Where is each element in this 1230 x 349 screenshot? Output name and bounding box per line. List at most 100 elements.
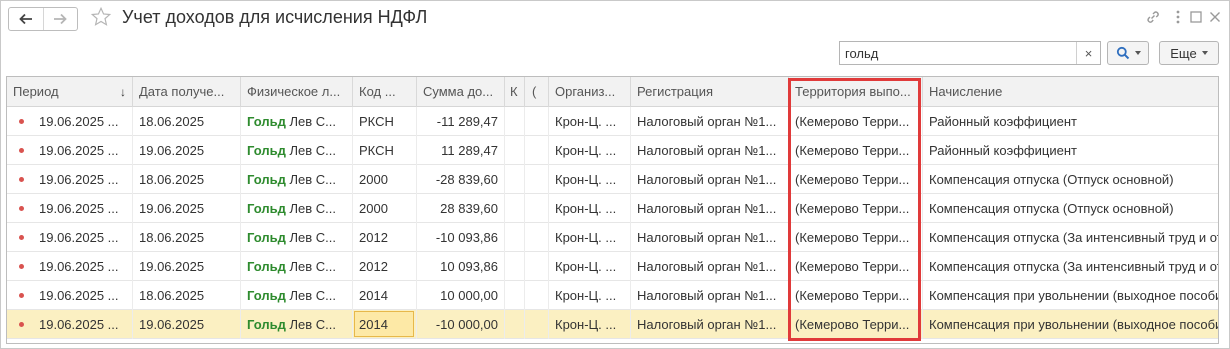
cell-period[interactable]: 19.06.2025 ... (7, 223, 133, 252)
cell-paren[interactable] (525, 310, 549, 339)
cell-amount[interactable]: 11 289,47 (417, 136, 505, 165)
cell-k[interactable] (505, 252, 525, 281)
cell-terr[interactable]: (Кемерово Терри... (789, 107, 923, 136)
column-header-paren[interactable]: ( (525, 77, 549, 107)
back-button[interactable] (9, 8, 43, 30)
cell-code[interactable]: 2014 (353, 310, 417, 339)
star-icon[interactable] (90, 6, 112, 28)
cell-date[interactable]: 19.06.2025 (133, 194, 241, 223)
cell-accrual[interactable]: Районный коэффициент (923, 136, 1218, 165)
cell-accrual[interactable]: Компенсация отпуска (Отпуск основной) (923, 194, 1218, 223)
cell-paren[interactable] (525, 223, 549, 252)
column-header-accrual[interactable]: Начисление (923, 77, 1218, 107)
more-button[interactable]: Еще (1159, 41, 1219, 65)
cell-code[interactable]: 2012 (353, 223, 417, 252)
cell-person[interactable]: Гольд Лев С... (241, 281, 353, 310)
cell-org[interactable]: Крон-Ц. ... (549, 310, 631, 339)
cell-date[interactable]: 18.06.2025 (133, 223, 241, 252)
cell-period[interactable]: 19.06.2025 ... (7, 136, 133, 165)
cell-org[interactable]: Крон-Ц. ... (549, 136, 631, 165)
more-vertical-icon[interactable] (1169, 8, 1187, 26)
cell-reg[interactable]: Налоговый орган №1... (631, 194, 789, 223)
column-header-code[interactable]: Код ... (353, 77, 417, 107)
cell-paren[interactable] (525, 165, 549, 194)
cell-period[interactable]: 19.06.2025 ... (7, 165, 133, 194)
column-header-territory[interactable]: Территория выпо... (789, 77, 923, 107)
cell-period[interactable]: 19.06.2025 ... (7, 252, 133, 281)
cell-reg[interactable]: Налоговый орган №1... (631, 136, 789, 165)
clear-icon[interactable]: × (1076, 42, 1100, 64)
cell-paren[interactable] (525, 107, 549, 136)
cell-k[interactable] (505, 136, 525, 165)
cell-person[interactable]: Гольд Лев С... (241, 252, 353, 281)
cell-terr[interactable]: (Кемерово Терри... (789, 281, 923, 310)
cell-accrual[interactable]: Компенсация отпуска (За интенсивный труд… (923, 252, 1218, 281)
cell-k[interactable] (505, 310, 525, 339)
column-header-person[interactable]: Физическое л... (241, 77, 353, 107)
cell-period[interactable]: 19.06.2025 ... (7, 107, 133, 136)
cell-person[interactable]: Гольд Лев С... (241, 107, 353, 136)
cell-code[interactable]: РКСН (353, 107, 417, 136)
column-header-amount[interactable]: Сумма до... (417, 77, 505, 107)
cell-reg[interactable]: Налоговый орган №1... (631, 223, 789, 252)
cell-amount[interactable]: 10 093,86 (417, 252, 505, 281)
column-header-registration[interactable]: Регистрация (631, 77, 789, 107)
cell-terr[interactable]: (Кемерово Терри... (789, 194, 923, 223)
cell-date[interactable]: 19.06.2025 (133, 252, 241, 281)
cell-accrual[interactable]: Компенсация отпуска (Отпуск основной) (923, 165, 1218, 194)
cell-code[interactable]: 2000 (353, 165, 417, 194)
cell-k[interactable] (505, 281, 525, 310)
cell-reg[interactable]: Налоговый орган №1... (631, 107, 789, 136)
cell-accrual[interactable]: Районный коэффициент (923, 107, 1218, 136)
cell-org[interactable]: Крон-Ц. ... (549, 281, 631, 310)
cell-paren[interactable] (525, 281, 549, 310)
cell-code[interactable]: 2000 (353, 194, 417, 223)
cell-amount[interactable]: -28 839,60 (417, 165, 505, 194)
cell-person[interactable]: Гольд Лев С... (241, 223, 353, 252)
cell-person[interactable]: Гольд Лев С... (241, 136, 353, 165)
cell-accrual[interactable]: Компенсация при увольнении (выходное пос… (923, 310, 1218, 339)
cell-terr[interactable]: (Кемерово Терри... (789, 310, 923, 339)
cell-code[interactable]: 2012 (353, 252, 417, 281)
table-row[interactable]: 19.06.2025 ... 19.06.2025 Гольд Лев С... РК… (7, 136, 1218, 165)
close-icon[interactable] (1206, 8, 1224, 26)
table-row[interactable]: 19.06.2025 ... 19.06.2025 Гольд Лев С... 20… (7, 252, 1218, 281)
table-row[interactable]: 19.06.2025 ... 19.06.2025 Гольд Лев С... 20… (7, 310, 1218, 339)
cell-org[interactable]: Крон-Ц. ... (549, 194, 631, 223)
cell-accrual[interactable]: Компенсация при увольнении (выходное пос… (923, 281, 1218, 310)
search-input[interactable] (840, 42, 1076, 64)
cell-date[interactable]: 18.06.2025 (133, 107, 241, 136)
cell-terr[interactable]: (Кемерово Терри... (789, 252, 923, 281)
cell-k[interactable] (505, 194, 525, 223)
cell-amount[interactable]: -11 289,47 (417, 107, 505, 136)
cell-person[interactable]: Гольд Лев С... (241, 194, 353, 223)
cell-amount[interactable]: 28 839,60 (417, 194, 505, 223)
cell-code[interactable]: РКСН (353, 136, 417, 165)
cell-org[interactable]: Крон-Ц. ... (549, 165, 631, 194)
cell-org[interactable]: Крон-Ц. ... (549, 252, 631, 281)
cell-paren[interactable] (525, 252, 549, 281)
table-row[interactable]: 19.06.2025 ... 18.06.2025 Гольд Лев С... 20… (7, 223, 1218, 252)
link-icon[interactable] (1144, 8, 1162, 26)
cell-reg[interactable]: Налоговый орган №1... (631, 310, 789, 339)
cell-amount[interactable]: -10 000,00 (417, 310, 505, 339)
cell-k[interactable] (505, 165, 525, 194)
cell-reg[interactable]: Налоговый орган №1... (631, 281, 789, 310)
cell-terr[interactable]: (Кемерово Терри... (789, 136, 923, 165)
cell-paren[interactable] (525, 136, 549, 165)
cell-date[interactable]: 18.06.2025 (133, 165, 241, 194)
table-row[interactable]: 19.06.2025 ... 18.06.2025 Гольд Лев С... 20… (7, 165, 1218, 194)
column-header-date[interactable]: Дата получе... (133, 77, 241, 107)
table-row[interactable]: 19.06.2025 ... 19.06.2025 Гольд Лев С... 20… (7, 194, 1218, 223)
cell-amount[interactable]: 10 000,00 (417, 281, 505, 310)
table-row[interactable]: 19.06.2025 ... 18.06.2025 Гольд Лев С... РК… (7, 107, 1218, 136)
cell-code[interactable]: 2014 (353, 281, 417, 310)
cell-person[interactable]: Гольд Лев С... (241, 165, 353, 194)
cell-org[interactable]: Крон-Ц. ... (549, 107, 631, 136)
table-row[interactable]: 19.06.2025 ... 18.06.2025 Гольд Лев С... 20… (7, 281, 1218, 310)
cell-amount[interactable]: -10 093,86 (417, 223, 505, 252)
maximize-icon[interactable] (1187, 8, 1205, 26)
cell-k[interactable] (505, 223, 525, 252)
forward-button[interactable] (42, 8, 78, 30)
cell-date[interactable]: 19.06.2025 (133, 310, 241, 339)
